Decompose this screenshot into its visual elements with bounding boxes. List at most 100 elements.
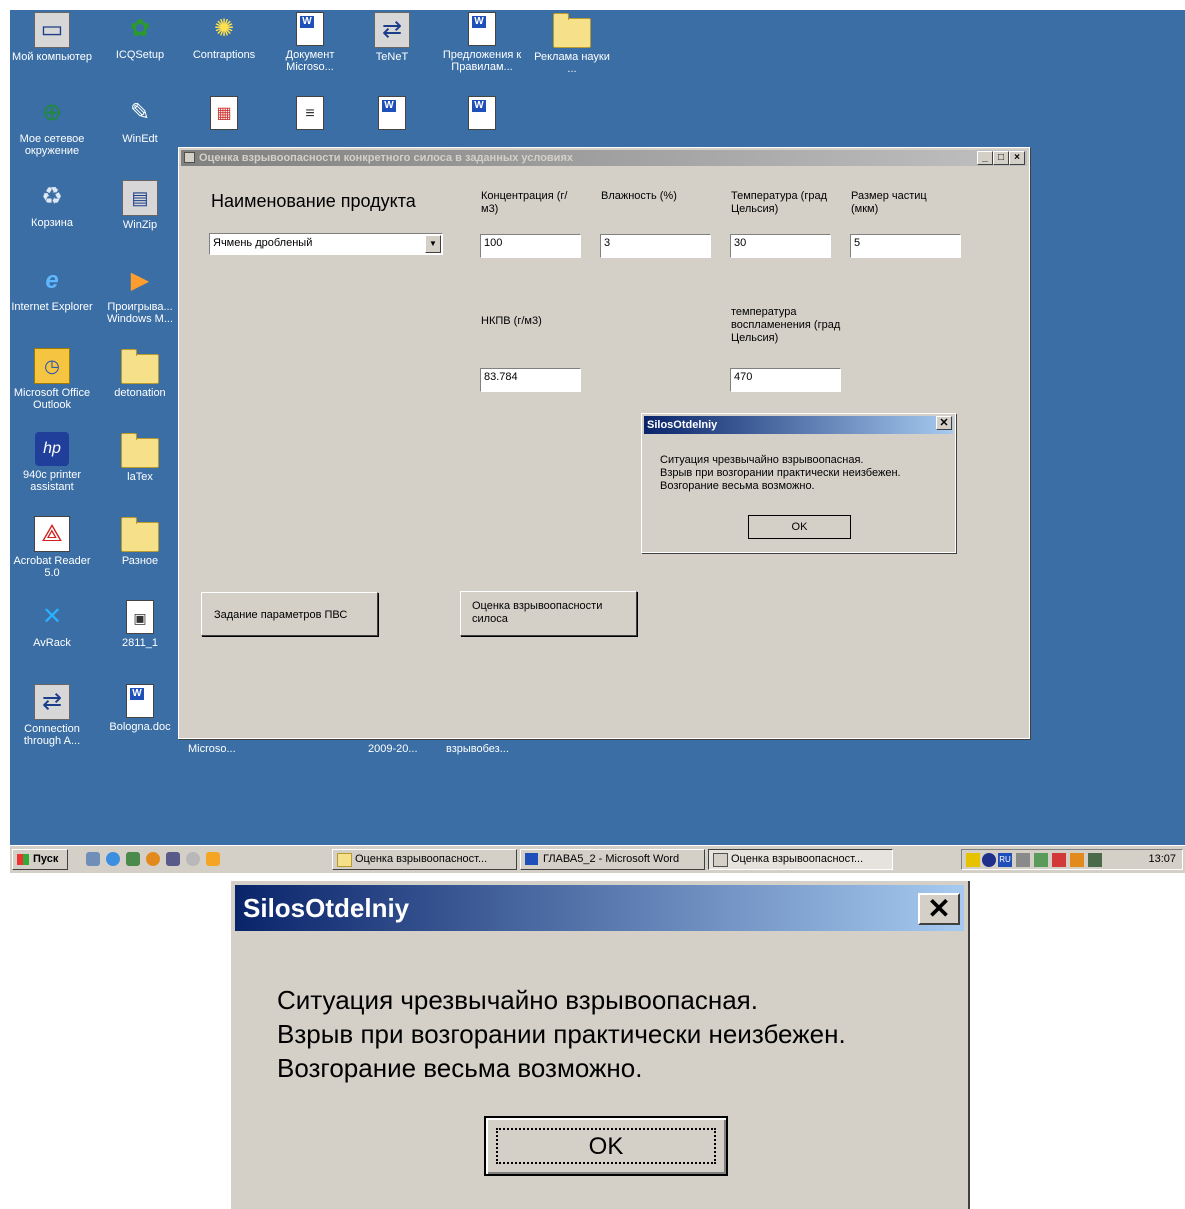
desktop-icon-2811[interactable]: ▣ 2811_1	[98, 600, 182, 649]
desktop-icon-label: TeNeT	[375, 51, 409, 63]
ok-button[interactable]: OK	[484, 1116, 728, 1176]
network-icon[interactable]	[1034, 853, 1048, 867]
desktop-icon-icqsetup[interactable]: ✿ ICQSetup	[98, 12, 182, 61]
folder-icon	[553, 13, 591, 48]
pen-icon: ✎	[129, 99, 151, 126]
folder-icon	[121, 349, 159, 384]
desktop-icon-reklama[interactable]: Реклама науки ...	[530, 12, 614, 75]
message-dialog-zoomed: SilosOtdelniy ✕ Ситуация чрезвычайно взр…	[229, 881, 970, 1209]
start-label: Пуск	[33, 853, 59, 865]
temperature-input[interactable]: 30	[730, 234, 831, 258]
task-button-label: ГЛАВА5_2 - Microsoft Word	[543, 853, 680, 865]
dialog-message-line: Взрыв при возгорании практически неизбеж…	[277, 1019, 846, 1049]
desktop-icon-partial	[350, 96, 434, 133]
task-button[interactable]: Оценка взрывоопасност...	[332, 849, 517, 870]
network-places-icon: ⊕	[41, 99, 63, 126]
dialog-title: SilosOtdelniy	[647, 419, 718, 431]
desktop-icon-my-computer[interactable]: ▭ Мой компьютер	[10, 12, 94, 63]
app-quicklaunch-icon[interactable]	[166, 852, 180, 866]
desktop-icon-acrobat[interactable]: ⟁ Acrobat Reader 5.0	[10, 516, 94, 579]
desktop-icon-proposals[interactable]: Предложения к Правилам...	[440, 12, 524, 73]
set-parameters-button[interactable]: Задание параметров ПВС	[201, 592, 378, 636]
desktop-icon-latex[interactable]: laTex	[98, 432, 182, 483]
desktop-icon-label: Microsoft Office Outlook	[13, 387, 91, 411]
language-indicator[interactable]: RU	[998, 853, 1012, 867]
desktop-icon-label: взрывобез...	[446, 743, 509, 755]
chevron-down-icon[interactable]: ▼	[425, 235, 441, 253]
desktop-icon-label: Contraptions	[192, 49, 256, 61]
product-select[interactable]: Ячмень дробленый ▼	[209, 233, 443, 255]
dialog-message-line: Взрыв при возгорании практически неизбеж…	[660, 467, 901, 479]
outlook-quicklaunch-icon[interactable]	[126, 852, 140, 866]
humidity-input[interactable]: 3	[600, 234, 711, 258]
set-parameters-button-label: Задание параметров ПВС	[214, 609, 348, 621]
desktop-icon-label: Bologna.doc	[109, 721, 171, 733]
task-button-active[interactable]: Оценка взрывоопасност...	[708, 849, 893, 870]
desktop-icon-winzip[interactable]: ▤ WinZip	[98, 180, 182, 231]
close-button[interactable]: ×	[1009, 151, 1025, 165]
desktop-icon-tenet[interactable]: ⇄ TeNeT	[350, 12, 434, 63]
desktop-icon-printer[interactable]: hp 940c printer assistant	[10, 432, 94, 493]
icq-icon: ✿	[129, 15, 151, 42]
dialog-close-button[interactable]: ✕	[936, 416, 952, 430]
dialog-titlebar[interactable]: SilosOtdelniy	[644, 416, 953, 434]
desktop-icon-contraptions[interactable]: ✺ Contraptions	[182, 12, 266, 61]
app-quicklaunch-icon[interactable]	[186, 852, 200, 866]
ie-quicklaunch-icon[interactable]	[106, 852, 120, 866]
outlook-icon: ◷	[34, 348, 70, 384]
media-player-quicklaunch-icon[interactable]	[146, 852, 160, 866]
tray-app-icon[interactable]	[1052, 853, 1066, 867]
tray-app-icon[interactable]	[1088, 853, 1102, 867]
app-quicklaunch-icon[interactable]	[206, 852, 220, 866]
desktop-icon-network[interactable]: ⊕ Мое сетевое окружение	[10, 96, 94, 157]
particle-size-input[interactable]: 5	[850, 234, 961, 258]
tray-app-icon[interactable]	[1070, 853, 1084, 867]
desktop-icon-label: ICQSetup	[115, 49, 165, 61]
system-tray: RU 13:07	[961, 849, 1183, 870]
ok-button[interactable]: OK	[748, 515, 851, 539]
dialog-titlebar[interactable]: SilosOtdelniy	[235, 885, 964, 931]
desktop-icon-recycle[interactable]: ♻ Корзина	[10, 180, 94, 229]
volume-icon[interactable]	[966, 853, 980, 867]
maximize-button[interactable]: □	[993, 151, 1009, 165]
desktop-icon-raznoe[interactable]: Разное	[98, 516, 182, 567]
clock[interactable]: 13:07	[1148, 853, 1176, 865]
start-button[interactable]: Пуск	[12, 849, 68, 870]
winzip-icon: ▤	[122, 180, 158, 216]
desktop-icon-doc-microsoft[interactable]: Документ Microso...	[268, 12, 352, 73]
dialog-close-button[interactable]: ✕	[918, 893, 960, 925]
concentration-input[interactable]: 100	[480, 234, 581, 258]
desktop-icon-label: Internet Explorer	[11, 301, 93, 313]
desktop-icon-avrack[interactable]: ✕ AvRack	[10, 600, 94, 649]
desktop-icon-label: 2811_1	[122, 637, 158, 649]
desktop-icon-label: detonation	[114, 387, 166, 399]
minimize-button[interactable]: _	[977, 151, 993, 165]
desktop-icon-wmp[interactable]: ▶ Проигрыва... Windows M...	[98, 264, 182, 325]
desktop-icon-label: Мой компьютер	[11, 51, 93, 63]
task-button-label: Оценка взрывоопасност...	[731, 853, 864, 865]
desktop-icon-partial: ▦	[182, 96, 266, 133]
desktop-icon-outlook[interactable]: ◷ Microsoft Office Outlook	[10, 348, 94, 411]
window-icon	[184, 152, 195, 163]
desktop-icon-label: Корзина	[31, 217, 73, 229]
desktop-icon-label: AvRack	[33, 637, 71, 649]
network-connection-icon: ⇄	[374, 12, 410, 48]
window-icon	[713, 853, 728, 867]
desktop-icon-label: laTex	[127, 471, 153, 483]
tray-app-icon[interactable]	[982, 853, 996, 867]
desktop-icon-ie[interactable]: e Internet Explorer	[10, 264, 94, 313]
hp-icon: hp	[35, 432, 69, 466]
task-button[interactable]: ГЛАВА5_2 - Microsoft Word	[520, 849, 705, 870]
desktop-icon-winedt[interactable]: ✎ WinEdt	[98, 96, 182, 145]
desktop-icon-bologna[interactable]: Bologna.doc	[98, 684, 182, 733]
humidity-label: Влажность (%)	[601, 190, 677, 202]
evaluate-button[interactable]: Оценка взрывоопасности силоса	[460, 591, 637, 636]
product-select-value: Ячмень дробленый	[213, 237, 313, 249]
app-window-titlebar[interactable]: Оценка взрывоопасности конкретного силос…	[181, 150, 1027, 166]
tray-app-icon[interactable]	[1016, 853, 1030, 867]
desktop-icon-connection[interactable]: ⇄ Connection through A...	[10, 684, 94, 747]
desktop-icon-label: Microso...	[188, 743, 236, 755]
desktop-icon-detonation[interactable]: detonation	[98, 348, 182, 399]
show-desktop-icon[interactable]	[86, 852, 100, 866]
nkpv-output: 83.784	[480, 368, 581, 392]
